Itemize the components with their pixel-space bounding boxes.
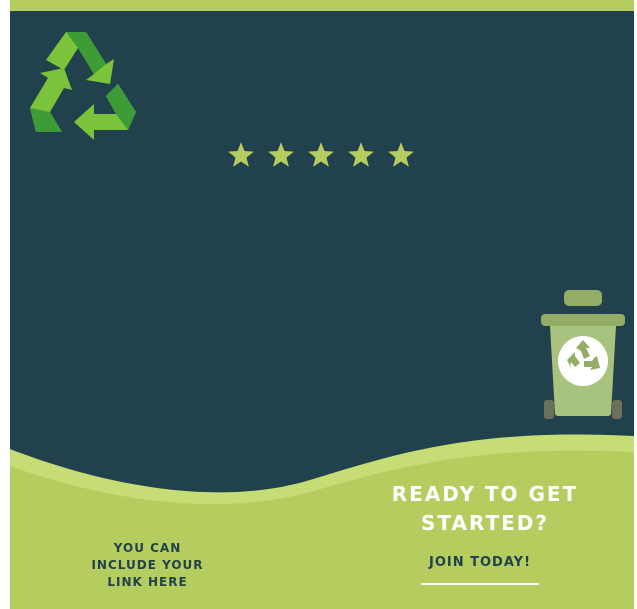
promo-card: READY TO GET STARTED? JOIN TODAY! YOU CA… [10, 0, 634, 609]
page-canvas: READY TO GET STARTED? JOIN TODAY! YOU CA… [0, 0, 637, 609]
recycle-icon [30, 32, 136, 140]
link-placeholder-text: YOU CAN INCLUDE YOUR LINK HERE [91, 541, 204, 589]
star-icon [388, 142, 414, 167]
star-icon [308, 142, 334, 167]
star-icon [348, 142, 374, 167]
join-today-link[interactable]: JOIN TODAY! [394, 555, 566, 570]
rating-stars [227, 141, 415, 169]
star-icon [228, 142, 254, 167]
recycle-bin-icon [541, 290, 625, 419]
star-icon [268, 142, 294, 167]
join-link-underline [421, 583, 539, 585]
cta-heading: READY TO GET STARTED? [391, 482, 579, 535]
